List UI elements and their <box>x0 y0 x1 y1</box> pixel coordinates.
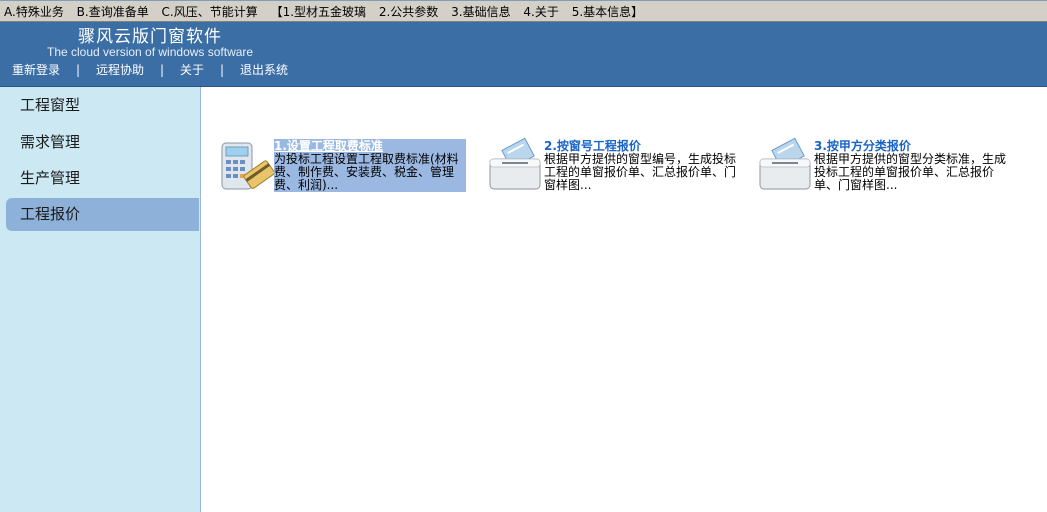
app-title: 骤风云版门窗软件 <box>78 27 222 47</box>
card-title[interactable]: 1.设置工程取费标准 <box>274 139 466 153</box>
remote-assist-link[interactable]: 远程协助 <box>96 63 144 77</box>
sidebar-item-demand-management[interactable]: 需求管理 <box>6 126 199 159</box>
card-title[interactable]: 2.按窗号工程报价 <box>544 139 736 153</box>
card-title[interactable]: 3.按甲方分类报价 <box>814 139 1006 153</box>
nav-separator: | <box>160 63 165 77</box>
card-quote-by-client-category[interactable]: 3.按甲方分类报价 根据甲方提供的窗型分类标准，生成投标工程的单窗报价单、汇总报… <box>758 137 1008 197</box>
about-link[interactable]: 关于 <box>180 63 204 77</box>
document-tray-icon <box>759 137 811 190</box>
menu-item-base-info[interactable]: 3.基础信息 <box>451 5 510 19</box>
sidebar-item-production-management[interactable]: 生产管理 <box>6 162 199 195</box>
sidebar-item-project-quotation[interactable]: 工程报价 <box>6 198 199 231</box>
menu-item-profile-hardware-glass[interactable]: 【1.型材五金玻璃 <box>271 5 366 19</box>
card-description: 为投标工程设置工程取费标准(材料费、制作费、安装费、税金、管理费、利润)... <box>274 152 459 192</box>
relogin-link[interactable]: 重新登录 <box>12 63 60 77</box>
app-subtitle: The cloud version of windows software <box>47 45 254 59</box>
menu-bar-top-line <box>0 0 1047 1</box>
document-tray-icon <box>489 137 541 190</box>
nav-separator: | <box>220 63 225 77</box>
menu-item-public-params[interactable]: 2.公共参数 <box>379 5 438 19</box>
sidebar: 工程窗型 需求管理 生产管理 工程报价 <box>0 87 201 512</box>
calculator-icon <box>221 142 274 190</box>
menu-item-special-business[interactable]: A.特殊业务 <box>4 5 64 19</box>
menu-items: A.特殊业务 B.查询准备单 C.风压、节能计算 【1.型材五金玻璃 2.公共参… <box>4 5 652 19</box>
exit-system-link[interactable]: 退出系统 <box>240 63 288 77</box>
sidebar-item-project-window-types[interactable]: 工程窗型 <box>6 89 199 122</box>
menu-bar: A.特殊业务 B.查询准备单 C.风压、节能计算 【1.型材五金玻璃 2.公共参… <box>0 0 1047 22</box>
card-description: 根据甲方提供的窗型编号，生成投标工程的单窗报价单、汇总报价单、门窗样图... <box>544 152 737 192</box>
main-content: 1.设置工程取费标准 为投标工程设置工程取费标准(材料费、制作费、安装费、税金、… <box>202 87 1047 512</box>
nav-separator: | <box>75 63 81 77</box>
menu-item-wind-pressure-calc[interactable]: C.风压、节能计算 <box>162 5 258 19</box>
card-text: 1.设置工程取费标准 为投标工程设置工程取费标准(材料费、制作费、安装费、税金、… <box>274 139 466 192</box>
menu-item-about[interactable]: 4.关于 <box>523 5 558 19</box>
header-nav: 重新登录 | 远程协助 | 关于 | 退出系统 <box>12 63 288 77</box>
card-text: 3.按甲方分类报价 根据甲方提供的窗型分类标准，生成投标工程的单窗报价单、汇总报… <box>814 139 1006 192</box>
card-description: 根据甲方提供的窗型分类标准，生成投标工程的单窗报价单、汇总报价单、门窗样图... <box>814 152 1007 192</box>
menu-item-query-prep-list[interactable]: B.查询准备单 <box>77 5 149 19</box>
app-header: 骤风云版门窗软件 The cloud version of windows so… <box>0 22 1047 87</box>
card-quote-by-window-number[interactable]: 2.按窗号工程报价 根据甲方提供的窗型编号，生成投标工程的单窗报价单、汇总报价单… <box>488 137 738 197</box>
menu-item-basic-info[interactable]: 5.基本信息】 <box>572 5 643 19</box>
card-text: 2.按窗号工程报价 根据甲方提供的窗型编号，生成投标工程的单窗报价单、汇总报价单… <box>544 139 736 192</box>
card-set-fee-standard[interactable]: 1.设置工程取费标准 为投标工程设置工程取费标准(材料费、制作费、安装费、税金、… <box>218 137 468 197</box>
